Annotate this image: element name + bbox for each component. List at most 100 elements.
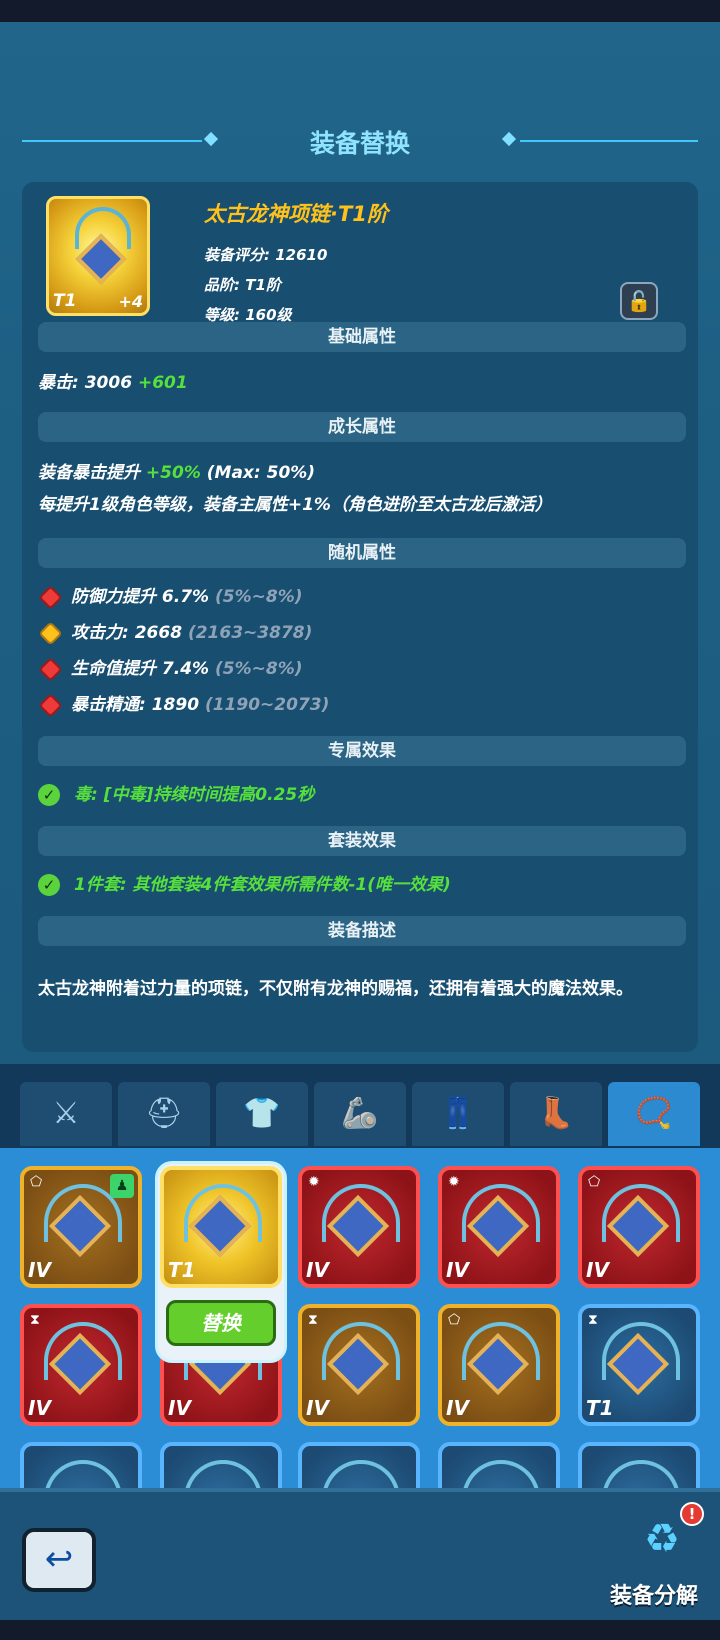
alert-badge: ! [680,1502,704,1526]
tab-boots[interactable]: 👢 [510,1082,602,1146]
nav-strip [0,1620,720,1640]
slot-type-icon: ⧗ [308,1312,318,1328]
item-icon: T1 +4 [46,196,150,316]
slot-type-icon: ⬠ [448,1312,461,1328]
section-desc-header: 装备描述 [38,916,686,946]
tab-armor[interactable]: 👕 [216,1082,308,1146]
inventory-slot[interactable]: ⧗ IV [20,1304,142,1426]
page-title: 装备替换 [309,129,410,158]
slot-type-icon: ✹ [448,1174,460,1190]
item-score: 装备评分: 12610 [204,246,328,264]
inventory-slot[interactable] [578,1442,700,1488]
slot-tier: IV [446,1258,469,1282]
inventory-slot[interactable] [20,1442,142,1488]
base-attr-bonus: +601 [137,373,188,393]
tab-helmet[interactable]: ⛑ [118,1082,210,1146]
inventory-slot[interactable]: ✹ IV [298,1166,420,1288]
red-diamond-icon [41,659,60,679]
item-detail-card: T1 +4 太古龙神项链·T1阶 装备评分: 12610 品阶: T1阶 等级:… [22,182,698,1052]
inventory-slot[interactable] [438,1442,560,1488]
status-bar [0,0,720,22]
tab-weapon[interactable]: ⚔ [20,1082,112,1146]
inventory-slot[interactable]: ⬠ IV [578,1166,700,1288]
exclusive-effect: ✓ 毒: [中毒]持续时间提高0.25秒 [38,780,314,806]
lock-toggle-button[interactable]: 🔓 [620,282,658,320]
slot-tier: T1 [586,1396,614,1420]
growth-line1-max: (Max: 50%) [200,463,316,483]
inventory-slot[interactable]: ⬠ ♟ IV [20,1166,142,1288]
inventory-slot[interactable]: ⧗ IV [298,1304,420,1426]
growth-attr-line2: 每提升1级角色等级，装备主属性+1%（角色进阶至太古龙后激活） [38,495,552,515]
base-attr-crit: 暴击: 3006 +601 [38,368,188,393]
random-attr-row: 防御力提升 6.7% (5%~8%) [38,582,303,614]
necklace-chain-icon [322,1460,400,1488]
growth-attr-line1: 装备暴击提升 +50% (Max: 50%) [38,458,315,483]
back-button[interactable]: ↩ [22,1528,96,1592]
random-attr-row: 攻击力: 2668 (2163~3878) [38,618,312,650]
inventory-slot[interactable]: ✹ IV [438,1166,560,1288]
necklace-icon: 📿 [635,1096,673,1131]
set-effect-text: 1件套: 其他套装4件套效果所需件数-1(唯一效果) [74,875,451,895]
random-attr-range: (1190~2073) [204,695,330,715]
random-attr-range: (2163~3878) [187,623,313,643]
decompose-button-label[interactable]: 装备分解 [610,1578,720,1610]
necklace-chain-icon [184,1460,262,1488]
inventory-slot[interactable] [160,1442,282,1488]
inventory-slot[interactable] [298,1442,420,1488]
replace-button[interactable]: 替换 [166,1300,276,1346]
random-attr-range: (5%~8%) [215,659,303,679]
inventory-grid: ⬠ ♟ IV ✹ IV ✹ IV ⬠ IV ⧗ IV IV ⧗ IV ⬠ IV … [0,1148,720,1488]
item-description: 太古龙神附着过力量的项链，不仅附有龙神的赐福，还拥有着强大的魔法效果。 [38,979,633,999]
necklace-chain-icon [44,1460,122,1488]
armor-icon: 👕 [243,1096,281,1131]
inventory-slot[interactable]: ⬠ IV [438,1304,560,1426]
slot-tier: IV [446,1396,469,1420]
necklace-chain-icon [602,1460,680,1488]
slot-type-icon: ⧗ [588,1312,598,1328]
exclusive-effect-text: 毒: [中毒]持续时间提高0.25秒 [74,785,315,805]
necklace-chain-icon [462,1460,540,1488]
slot-tier: IV [28,1396,51,1420]
gold-diamond-icon [41,623,60,643]
slot-tier: T1 [168,1258,196,1282]
inventory-slot[interactable]: ⧗ T1 [578,1304,700,1426]
back-arrow-icon: ↩ [44,1539,74,1579]
slot-tier: IV [168,1396,191,1420]
random-attr-text: 生命值提升 7.4% [71,659,215,679]
bracer-icon: 🦾 [341,1096,379,1131]
item-grade: 品阶: T1阶 [204,276,281,294]
red-diamond-icon [41,587,60,607]
slot-tier: IV [306,1258,329,1282]
item-name: 太古龙神项链·T1阶 [204,202,388,226]
base-attr-label: 暴击: 3006 [38,373,138,393]
tab-pants[interactable]: 👖 [412,1082,504,1146]
check-icon: ✓ [38,874,60,896]
section-set-header: 套装效果 [38,826,686,856]
tab-necklace[interactable]: 📿 [608,1082,700,1146]
equipment-category-tabs: ⚔ ⛑ 👕 🦾 👖 👢 📿 [0,1064,720,1148]
check-icon: ✓ [38,784,60,806]
random-attr-text: 暴击精通: 1890 [71,695,205,715]
random-attr-row: 暴击精通: 1890 (1190~2073) [38,690,329,722]
title-row: 装备替换 [0,118,720,166]
slot-type-icon: ✹ [308,1174,320,1190]
slot-tier: IV [306,1396,329,1420]
slot-tier: IV [586,1258,609,1282]
title-line-right [520,140,698,142]
slot-tier: IV [28,1258,51,1282]
bottom-bar: ↩ ♻ ! 装备分解 [0,1488,720,1620]
random-attr-text: 防御力提升 6.7% [71,587,215,607]
helmet-icon: ⛑ [144,1096,184,1131]
pants-icon: 👖 [439,1096,477,1131]
selected-inventory-slot[interactable]: T1 [160,1166,282,1288]
tab-bracer[interactable]: 🦾 [314,1082,406,1146]
equipped-badge-icon: ♟ [110,1174,134,1198]
item-plus-label: +4 [118,292,143,311]
selected-item-popup: T1 替换 [158,1164,284,1360]
section-growth-header: 成长属性 [38,412,686,442]
section-exclusive-header: 专属效果 [38,736,686,766]
slot-type-icon: ⧗ [30,1312,40,1328]
red-diamond-icon [41,695,60,715]
random-attr-range: (5%~8%) [215,587,303,607]
section-random-header: 随机属性 [38,538,686,568]
